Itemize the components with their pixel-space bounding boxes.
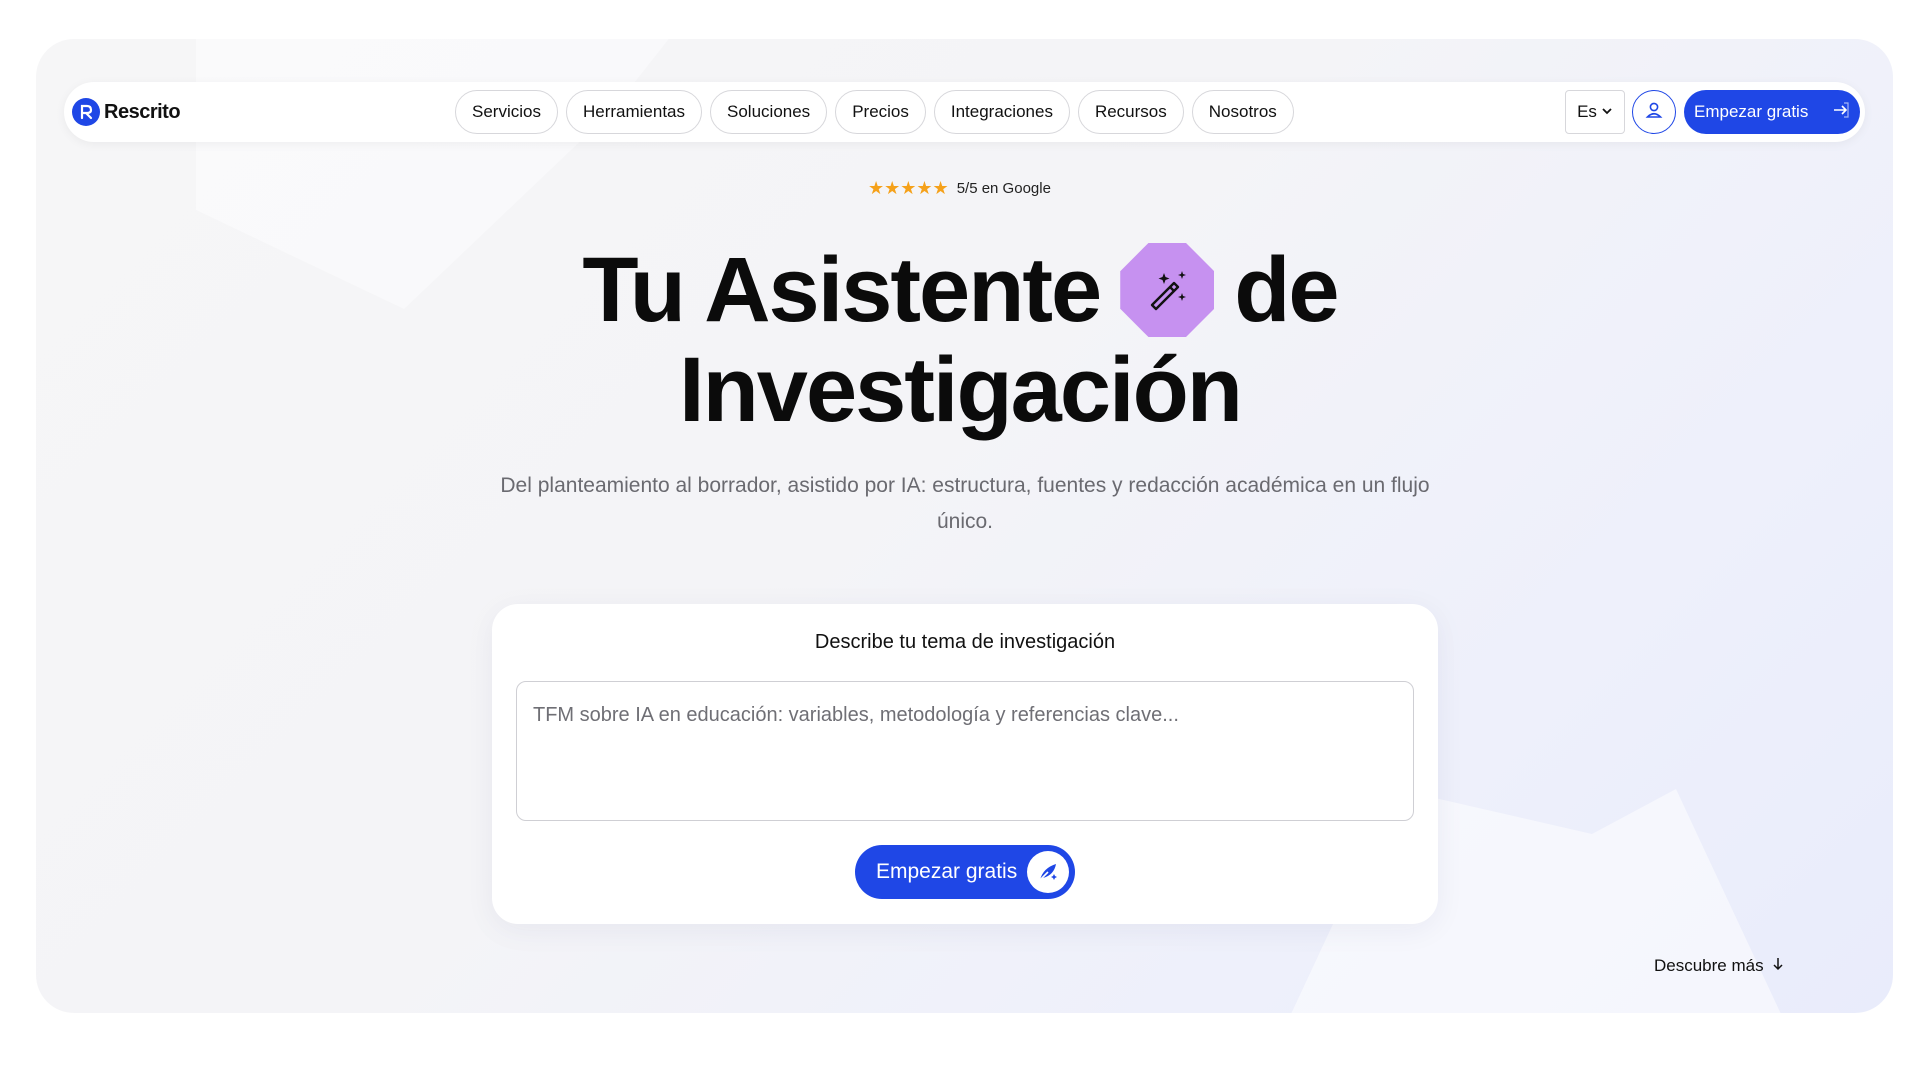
title-part-a: Tu Asistente	[582, 238, 1102, 341]
form-heading: Describe tu tema de investigación	[814, 631, 1116, 653]
nav-item-servicios[interactable]: Servicios	[455, 90, 558, 134]
magic-wand-icon	[1120, 243, 1215, 337]
arrow-down-icon	[1772, 956, 1784, 976]
nav-item-nosotros[interactable]: Nosotros	[1191, 90, 1294, 134]
nav-item-recursos[interactable]: Recursos	[1077, 90, 1184, 134]
user-icon	[1644, 100, 1664, 125]
title-part-b: de	[1234, 238, 1339, 341]
research-topic-input[interactable]	[516, 681, 1414, 821]
top-navbar: Rescrito Servicios Herramientas Solucion…	[64, 82, 1865, 142]
brand-name: Rescrito	[104, 100, 181, 123]
nav-item-precios[interactable]: Precios	[835, 90, 926, 134]
hero-title-line2: Investigación	[679, 339, 1243, 441]
start-free-button[interactable]: Empezar gratis	[855, 845, 1075, 899]
nav-cta-button[interactable]: Empezar gratis	[1684, 90, 1860, 134]
user-account-button[interactable]	[1632, 90, 1676, 134]
discover-more-link[interactable]: Descubre más	[1654, 956, 1784, 976]
chevron-down-icon	[1601, 102, 1613, 122]
start-free-label: Empezar gratis	[876, 860, 1018, 883]
nav-cta-label: Empezar gratis	[1694, 102, 1809, 121]
research-topic-card: Describe tu tema de investigación Empeza…	[492, 604, 1438, 924]
nav-item-soluciones[interactable]: Soluciones	[710, 90, 828, 134]
rescrito-logo-icon	[72, 98, 100, 126]
hero-subtitle: Del planteamiento al borrador, asistido …	[500, 474, 1430, 533]
arrow-right-icon	[1832, 101, 1850, 124]
hero-title-line1: Tu Asistente de	[0, 238, 1920, 341]
brand-logo-link[interactable]: Rescrito	[72, 98, 181, 126]
discover-more-label: Descubre más	[1654, 956, 1764, 975]
rating-text: 5/5 en Google	[956, 180, 1051, 197]
star-rating-icon: ★★★★★	[868, 178, 949, 198]
language-label: Es	[1577, 102, 1597, 121]
nav-item-integraciones[interactable]: Integraciones	[933, 90, 1070, 134]
feather-sparkle-icon	[1027, 851, 1069, 893]
language-selector[interactable]: Es	[1565, 90, 1625, 134]
main-menu: Servicios Herramientas Soluciones Precio…	[455, 90, 1294, 134]
google-rating: ★★★★★ 5/5 en Google	[868, 178, 1051, 199]
nav-item-herramientas[interactable]: Herramientas	[565, 90, 703, 134]
